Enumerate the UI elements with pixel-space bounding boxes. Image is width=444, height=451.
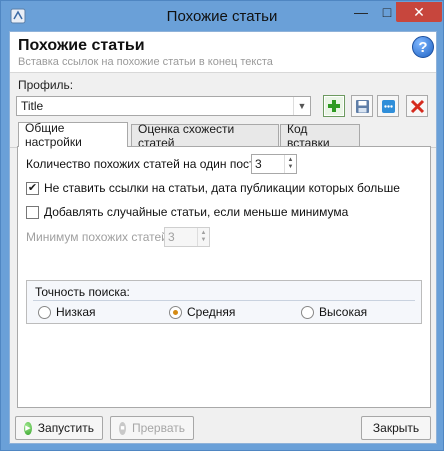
stop-icon: ■	[119, 421, 126, 435]
profile-value: Title	[21, 99, 44, 113]
tab-general[interactable]: Общие настройки	[18, 121, 128, 149]
accuracy-title: Точность поиска:	[35, 285, 130, 299]
no-links-label: Не ставить ссылки на статьи, дата публик…	[44, 181, 400, 195]
run-label: Запустить	[37, 421, 94, 435]
chevron-down-icon[interactable]: ▼	[293, 97, 310, 115]
help-icon[interactable]: ?	[412, 36, 434, 58]
count-label: Количество похожих статей на один пост:	[26, 157, 258, 171]
dialog-header: Похожие статьи Вставка ссылок на похожие…	[10, 32, 436, 73]
random-articles-label: Добавлять случайные статьи, если меньше …	[44, 205, 349, 219]
more-button[interactable]	[377, 95, 399, 117]
play-icon: ▶	[24, 421, 32, 435]
radio-medium[interactable]	[169, 306, 182, 319]
save-profile-button[interactable]	[351, 95, 373, 117]
run-button[interactable]: ▶ Запустить	[15, 416, 103, 440]
add-profile-button[interactable]	[323, 95, 345, 117]
min-label: Минимум похожих статей:	[26, 230, 172, 244]
radio-low[interactable]	[38, 306, 51, 319]
save-icon	[355, 99, 369, 113]
close-button[interactable]: Закрыть	[361, 416, 431, 440]
stepper-arrows-icon[interactable]: ▲ ▼	[197, 228, 209, 246]
profile-select[interactable]: Title ▼	[16, 96, 311, 116]
more-icon	[381, 99, 395, 113]
count-stepper[interactable]: 3 ▲ ▼	[251, 154, 297, 174]
tab-panel-general: Количество похожих статей на один пост: …	[17, 146, 431, 408]
delete-profile-button[interactable]	[406, 95, 428, 117]
group-divider	[33, 300, 415, 301]
no-links-checkbox[interactable]: ✔	[26, 182, 39, 195]
delete-icon	[410, 99, 424, 113]
dialog-content: Похожие статьи Вставка ссылок на похожие…	[9, 31, 437, 444]
profile-label: Профиль:	[18, 78, 74, 92]
minimize-button[interactable]: —	[348, 2, 374, 22]
radio-low-label: Низкая	[56, 305, 96, 319]
tab-similarity[interactable]: Оценка схожести статей	[131, 122, 279, 150]
stepper-arrows-icon[interactable]: ▲ ▼	[284, 155, 296, 173]
title-bar: Похожие статьи — □ ✕	[1, 1, 443, 31]
add-icon	[328, 100, 340, 112]
count-value: 3	[255, 157, 262, 171]
app-window: Похожие статьи — □ ✕ Похожие статьи Вста…	[0, 0, 444, 451]
stop-label: Прервать	[131, 421, 185, 435]
stop-button[interactable]: ■ Прервать	[110, 416, 194, 440]
min-value: 3	[168, 230, 175, 244]
min-stepper[interactable]: 3 ▲ ▼	[164, 227, 210, 247]
radio-high-label: Высокая	[319, 305, 368, 319]
radio-medium-label: Средняя	[187, 305, 236, 319]
random-articles-checkbox[interactable]	[26, 206, 39, 219]
header-subtitle: Вставка ссылок на похожие статьи в конец…	[18, 56, 273, 68]
tab-insert-code[interactable]: Код вставки	[280, 122, 360, 150]
accuracy-group: Точность поиска: Низкая Средняя Высокая	[26, 280, 422, 324]
header-title: Похожие статьи	[18, 37, 145, 54]
checkmark-icon: ✔	[27, 182, 38, 194]
radio-high[interactable]	[301, 306, 314, 319]
close-window-button[interactable]: ✕	[396, 2, 442, 22]
